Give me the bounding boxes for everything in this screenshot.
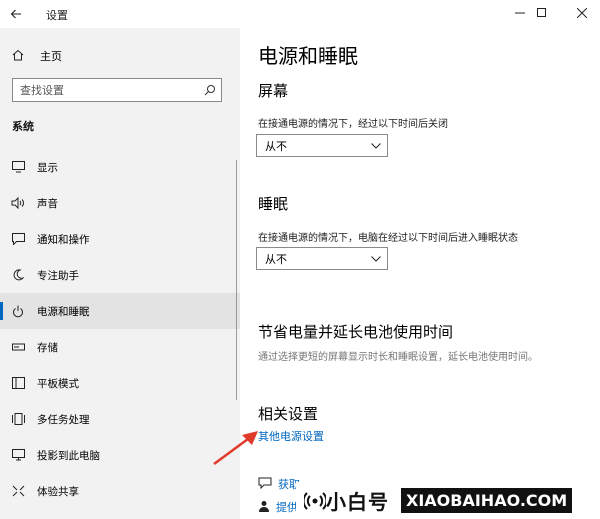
speaker-icon [10, 195, 26, 211]
sidebar-item-tablet-mode[interactable]: 平板模式 [0, 365, 240, 401]
sidebar-item-multitasking[interactable]: 多任务处理 [0, 401, 240, 437]
sidebar-item-label: 体验共享 [37, 485, 79, 498]
tablet-icon [10, 375, 26, 391]
sidebar-item-label: 投影到此电脑 [37, 449, 100, 462]
sidebar-item-power-sleep[interactable]: 电源和睡眠 [0, 293, 240, 329]
title-bar: 设置 [0, 0, 600, 28]
sidebar-item-notifications[interactable]: 通知和操作 [0, 221, 240, 257]
sidebar-item-focus-assist[interactable]: 专注助手 [0, 257, 240, 293]
sidebar-item-shared-experiences[interactable]: 体验共享 [0, 473, 240, 509]
sleep-timeout-value: 从不 [265, 252, 287, 266]
minimize-button[interactable] [510, 4, 530, 22]
power-icon [10, 303, 26, 319]
sidebar-item-projecting[interactable]: 投影到此电脑 [0, 437, 240, 473]
sidebar-item-label: 显示 [37, 161, 58, 174]
home-icon [12, 49, 24, 64]
close-button[interactable] [572, 4, 592, 22]
search-icon[interactable] [199, 79, 221, 101]
screen-timeout-value: 从不 [265, 139, 287, 153]
screen-timeout-dropdown[interactable]: 从不 [256, 134, 388, 157]
sidebar-item-label: 存储 [37, 341, 58, 354]
give-feedback-label: 提供 [276, 501, 298, 514]
page-title: 电源和睡眠 [258, 44, 358, 68]
annotation-arrow-icon [213, 431, 258, 466]
screen-description: 在接通电源的情况下，经过以下时间后关闭 [258, 119, 448, 130]
battery-heading: 节省电量并延长电池使用时间 [258, 323, 454, 341]
moon-icon [10, 267, 26, 283]
sleep-heading: 睡眠 [258, 195, 289, 213]
related-settings-heading: 相关设置 [258, 405, 319, 423]
chevron-down-icon [365, 142, 387, 149]
maximize-button[interactable] [532, 4, 552, 22]
main-panel [240, 28, 600, 519]
sidebar-item-label: 声音 [37, 197, 58, 210]
sidebar-item-label: 多任务处理 [37, 413, 90, 426]
search-input[interactable]: 查找设置 [12, 78, 222, 102]
sleep-timeout-dropdown[interactable]: 从不 [256, 247, 388, 270]
notification-icon [10, 231, 26, 247]
window-title: 设置 [46, 9, 68, 22]
additional-power-settings-link[interactable]: 其他电源设置 [258, 428, 324, 444]
sidebar: 主页 查找设置 系统 显示 声音 通知和操作 专注助手 电源和睡眠 存储 平板模… [0, 28, 240, 519]
section-label-system: 系统 [12, 120, 34, 133]
help-icon [258, 477, 272, 492]
multitask-icon [10, 411, 26, 427]
screen-heading: 屏幕 [258, 82, 289, 100]
sidebar-item-storage[interactable]: 存储 [0, 329, 240, 365]
projection-icon [10, 447, 26, 463]
share-icon [10, 483, 26, 499]
sidebar-item-label: 专注助手 [37, 269, 79, 282]
sidebar-item-label: 电源和睡眠 [37, 305, 90, 318]
storage-icon [10, 339, 26, 355]
watermark-banner: 小白号 XIAOBAIHAO.COM [296, 482, 600, 519]
home-label: 主页 [40, 50, 62, 63]
sidebar-item-sound[interactable]: 声音 [0, 185, 240, 221]
sleep-description: 在接通电源的情况下，电脑在经过以下时间后进入睡眠状态 [258, 233, 518, 244]
broadcast-icon [304, 492, 326, 510]
feedback-icon [258, 500, 270, 515]
battery-description: 通过选择更短的屏幕显示时长和睡眠设置，延长电池使用时间。 [258, 352, 538, 363]
back-arrow-icon[interactable] [8, 6, 24, 22]
monitor-icon [10, 159, 26, 175]
get-help-link[interactable]: 获取 [258, 476, 300, 492]
scrollbar[interactable] [236, 160, 237, 400]
sidebar-item-label: 平板模式 [37, 377, 79, 390]
give-feedback-link[interactable]: 提供 [258, 499, 298, 515]
home-nav[interactable]: 主页 [12, 46, 62, 66]
sidebar-item-label: 通知和操作 [37, 233, 90, 246]
nav-list: 显示 声音 通知和操作 专注助手 电源和睡眠 存储 平板模式 多任务处理 投影到… [0, 149, 240, 509]
search-placeholder: 查找设置 [20, 84, 64, 97]
watermark-brand: 小白号 [326, 490, 389, 514]
sidebar-item-display[interactable]: 显示 [0, 149, 240, 185]
chevron-down-icon [365, 255, 387, 262]
watermark-url: XIAOBAIHAO.COM [401, 488, 573, 513]
